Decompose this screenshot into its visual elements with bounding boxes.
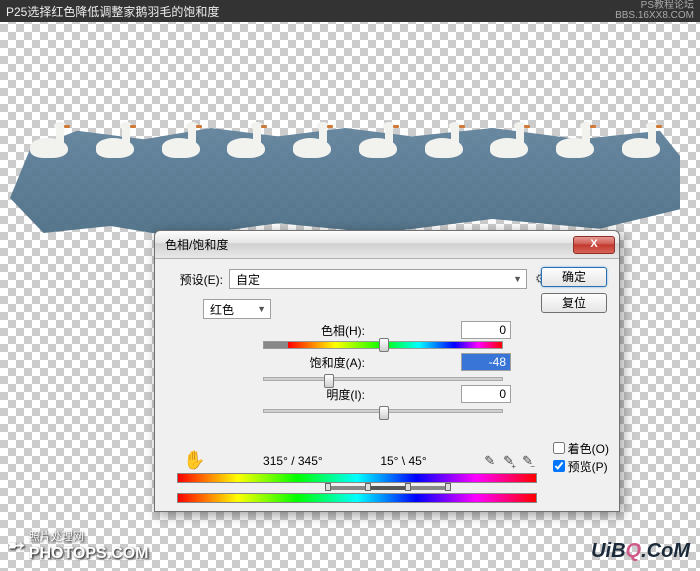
range-core[interactable] xyxy=(367,486,407,490)
lightness-slider[interactable] xyxy=(263,409,503,413)
checkbox-column: 着色(O) 预览(P) xyxy=(553,439,609,475)
saturation-slider[interactable] xyxy=(263,377,503,381)
preset-label: 预设(E): xyxy=(167,271,223,288)
goose xyxy=(359,124,407,158)
colorize-checkbox[interactable] xyxy=(553,442,565,454)
spectrum-bottom xyxy=(177,493,537,503)
hue-saturation-dialog: 色相/饱和度 X 预设(E): 自定 ▼ ⚙ 确定 复位 红色 ▼ 色相(H):… xyxy=(154,230,620,512)
eyedropper-icon[interactable]: ✎ xyxy=(484,453,495,469)
hue-thumb[interactable] xyxy=(379,338,389,352)
range-falloff-left[interactable] xyxy=(327,486,367,490)
hue-row: 色相(H): 0 xyxy=(255,321,511,349)
slider-group: 色相(H): 0 饱和度(A): -48 明度(I): xyxy=(255,321,511,417)
preset-row: 预设(E): 自定 ▼ xyxy=(167,269,527,289)
spectrum-group xyxy=(177,473,537,503)
channel-row: 红色 ▼ xyxy=(203,299,271,319)
preview-label: 预览(P) xyxy=(568,458,608,475)
lightness-input[interactable]: 0 xyxy=(461,385,511,403)
eyedropper-minus-icon[interactable]: ✎ xyxy=(522,453,533,469)
angle-left: 315° / 345° xyxy=(263,454,323,468)
channel-select[interactable]: 红色 ▼ xyxy=(203,299,271,319)
saturation-input[interactable]: -48 xyxy=(461,353,511,371)
channel-value: 红色 xyxy=(210,301,234,318)
close-button[interactable]: X xyxy=(573,236,615,254)
hue-slider[interactable] xyxy=(263,341,503,349)
goose xyxy=(622,124,670,158)
goose xyxy=(490,124,538,158)
goose xyxy=(227,124,275,158)
goose xyxy=(293,124,341,158)
preview-row: 预览(P) xyxy=(553,457,609,475)
hue-label: 色相(H): xyxy=(255,322,365,339)
cancel-button[interactable]: 复位 xyxy=(541,293,607,313)
preset-value: 自定 xyxy=(236,271,260,288)
ok-button[interactable]: 确定 xyxy=(541,267,607,287)
watermark-bottom-right: UiBQ.CoM xyxy=(591,540,690,563)
scrubby-hand-icon[interactable]: ✋ xyxy=(183,450,205,471)
watermark-bottom-left: ➸ 照片处理网 PHOTOPS.COM xyxy=(8,527,148,563)
range-marker[interactable] xyxy=(405,483,411,491)
caption-bar: P25选择红色降低调整家鹅羽毛的饱和度 PS教程论坛 BBS.16XX8.COM xyxy=(0,0,700,22)
goose xyxy=(96,124,144,158)
saturation-row: 饱和度(A): -48 xyxy=(255,353,511,381)
lightness-label: 明度(I): xyxy=(255,386,365,403)
goose xyxy=(162,124,210,158)
eyedropper-group: ✎ ✎ ✎ xyxy=(484,453,533,469)
colorize-row: 着色(O) xyxy=(553,439,609,457)
saturation-thumb[interactable] xyxy=(324,374,334,388)
goose xyxy=(425,124,473,158)
range-marker[interactable] xyxy=(325,483,331,491)
lightness-row: 明度(I): 0 xyxy=(255,385,511,413)
dialog-body: 预设(E): 自定 ▼ ⚙ 确定 复位 红色 ▼ 色相(H): 0 xyxy=(155,259,619,511)
chevron-down-icon: ▼ xyxy=(257,304,266,314)
preset-select[interactable]: 自定 ▼ xyxy=(229,269,527,289)
dialog-titlebar[interactable]: 色相/饱和度 X xyxy=(155,231,619,259)
colorize-label: 着色(O) xyxy=(568,440,609,457)
geese-image-layer xyxy=(30,108,670,158)
saturation-label: 饱和度(A): xyxy=(255,354,365,371)
range-marker[interactable] xyxy=(445,483,451,491)
range-markers[interactable] xyxy=(177,484,537,492)
goose xyxy=(30,124,78,158)
spectrum-top xyxy=(177,473,537,483)
eyedropper-plus-icon[interactable]: ✎ xyxy=(503,453,514,469)
range-marker[interactable] xyxy=(365,483,371,491)
goose xyxy=(556,124,604,158)
chevron-down-icon: ▼ xyxy=(513,274,522,284)
lightness-thumb[interactable] xyxy=(379,406,389,420)
range-falloff-right[interactable] xyxy=(407,486,447,490)
hue-input[interactable]: 0 xyxy=(461,321,511,339)
dialog-title: 色相/饱和度 xyxy=(165,236,228,253)
preview-checkbox[interactable] xyxy=(553,460,565,472)
angles-row: ✋ 315° / 345° 15° \ 45° ✎ ✎ ✎ xyxy=(183,450,533,471)
caption-text: P25选择红色降低调整家鹅羽毛的饱和度 xyxy=(6,3,219,20)
forum-watermark: PS教程论坛 BBS.16XX8.COM xyxy=(615,1,694,21)
angle-right: 15° \ 45° xyxy=(380,454,426,468)
